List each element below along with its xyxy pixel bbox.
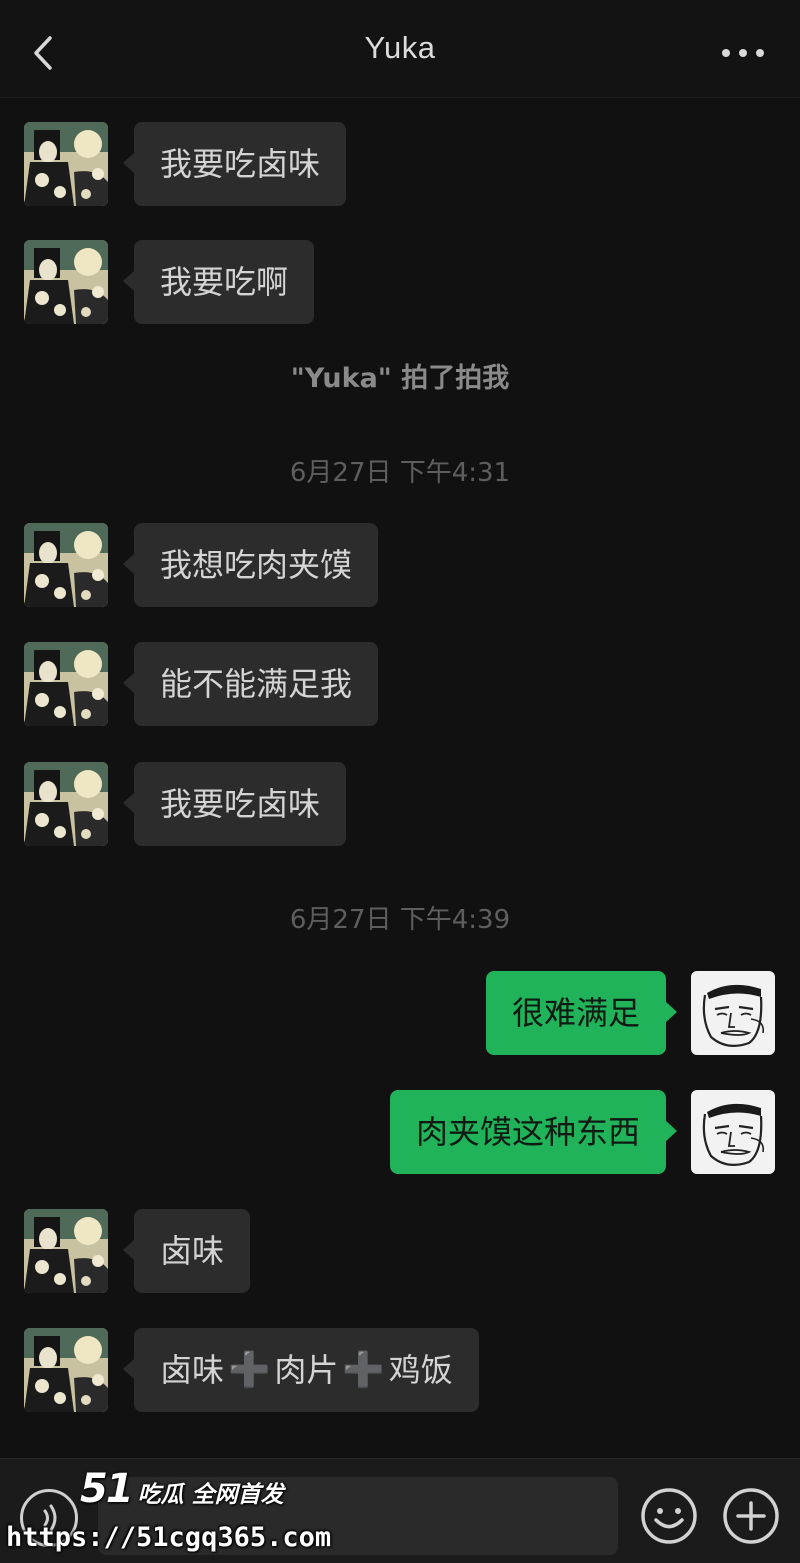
chat-header: Yuka bbox=[0, 0, 800, 98]
plus-circle-icon bbox=[723, 1488, 779, 1544]
avatar[interactable] bbox=[24, 1209, 108, 1293]
message-outgoing: 很难满足 bbox=[0, 971, 800, 1055]
plus-emoji-icon: ➕ bbox=[342, 1350, 385, 1390]
more-dots-icon bbox=[722, 49, 730, 57]
message-bubble[interactable]: 卤味 bbox=[122, 1209, 251, 1293]
message-incoming: 能不能满足我 bbox=[0, 642, 800, 726]
message-bubble[interactable]: 我要吃卤味 bbox=[122, 122, 347, 206]
timestamp: 6月27日 下午4:39 bbox=[289, 905, 511, 935]
avatar[interactable] bbox=[24, 642, 108, 726]
watermark-text: 吃瓜 全网首发 bbox=[137, 1482, 284, 1508]
avatar[interactable] bbox=[24, 1328, 108, 1412]
avatar[interactable] bbox=[691, 971, 775, 1055]
message-text-part: 鸡饭 bbox=[388, 1351, 453, 1389]
emoji-button[interactable] bbox=[640, 1487, 698, 1545]
message-bubble[interactable]: 肉夹馍这种东西 bbox=[389, 1090, 678, 1174]
add-button[interactable] bbox=[722, 1487, 780, 1545]
avatar[interactable] bbox=[24, 122, 108, 206]
plus-emoji-icon: ➕ bbox=[228, 1350, 271, 1390]
message-bubble[interactable]: 很难满足 bbox=[485, 971, 678, 1055]
timestamp: 6月27日 下午4:31 bbox=[289, 458, 511, 488]
message-text-part: 卤味 bbox=[160, 1351, 225, 1389]
message-bubble[interactable]: 我想吃肉夹馍 bbox=[122, 523, 379, 607]
watermark-url: https://51cgq365.com bbox=[6, 1522, 332, 1553]
message-bubble[interactable]: 能不能满足我 bbox=[122, 642, 379, 726]
message-bubble[interactable]: 卤味 ➕ 肉片 ➕ 鸡饭 bbox=[123, 1328, 479, 1412]
message-outgoing: 肉夹馍这种东西 bbox=[0, 1090, 800, 1174]
message-incoming: 我要吃卤味 bbox=[0, 122, 800, 206]
watermark-number: 51 bbox=[80, 1466, 134, 1512]
message-incoming: 卤味 ➕ 肉片 ➕ 鸡饭 bbox=[0, 1328, 800, 1412]
message-incoming: 卤味 bbox=[0, 1209, 800, 1293]
chat-title: Yuka bbox=[364, 30, 436, 65]
avatar[interactable] bbox=[24, 523, 108, 607]
pat-notice: "Yuka" 拍了拍我 bbox=[290, 363, 510, 394]
watermark-brand: 51 吃瓜 全网首发 bbox=[80, 1466, 284, 1512]
message-text-part: 肉片 bbox=[274, 1351, 339, 1389]
emoji-icon bbox=[641, 1488, 697, 1544]
avatar[interactable] bbox=[24, 762, 108, 846]
message-incoming: 我要吃啊 bbox=[0, 240, 800, 324]
avatar[interactable] bbox=[24, 240, 108, 324]
message-bubble[interactable]: 我要吃啊 bbox=[122, 240, 315, 324]
message-incoming: 我要吃卤味 bbox=[0, 762, 800, 846]
message-bubble[interactable]: 我要吃卤味 bbox=[122, 762, 347, 846]
avatar[interactable] bbox=[691, 1090, 775, 1174]
more-options-button[interactable] bbox=[718, 36, 768, 70]
message-incoming: 我想吃肉夹馍 bbox=[0, 523, 800, 607]
